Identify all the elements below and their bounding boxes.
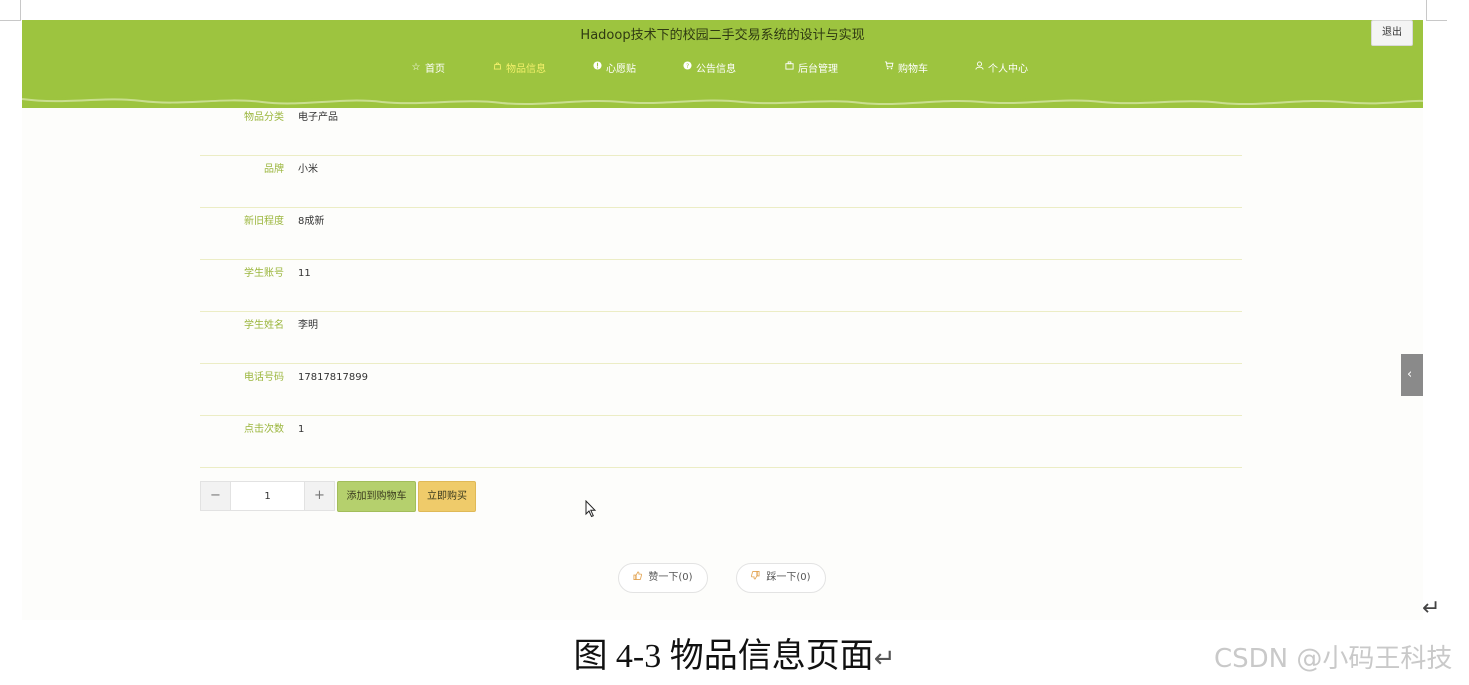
thumbs-up-icon (633, 571, 645, 583)
site-title: Hadoop技术下的校园二手交易系统的设计与实现 (580, 28, 865, 43)
detail-row-category: 物品分类 电子产品 (200, 104, 1242, 156)
nav-item-admin[interactable]: 后台管理 (784, 58, 838, 76)
detail-value: 8成新 (298, 216, 325, 227)
add-to-cart-button[interactable]: 添加到购物车 (337, 481, 416, 512)
help-icon: ? (682, 61, 692, 73)
nav-item-label: 后台管理 (798, 63, 838, 75)
logout-button[interactable]: 退出 (1371, 20, 1413, 46)
thumbs-down-icon (751, 571, 763, 583)
detail-label: 学生姓名 (244, 320, 284, 331)
like-label: 赞一下(0) (648, 572, 693, 583)
cart-icon (884, 61, 894, 73)
detail-value: 11 (298, 268, 311, 279)
nav-item-notice[interactable]: ? 公告信息 (682, 58, 736, 76)
app-screenshot: Hadoop技术下的校园二手交易系统的设计与实现 退出 ☆ 首页 物品信息 心愿… (22, 20, 1423, 620)
nav-item-label: 物品信息 (506, 63, 546, 75)
side-panel-toggle[interactable]: ‹ (1401, 354, 1423, 396)
like-button[interactable]: 赞一下(0) (618, 563, 708, 593)
nav-item-home[interactable]: ☆ 首页 (411, 58, 445, 76)
detail-row-student-account: 学生账号 11 (200, 260, 1242, 312)
info-icon (592, 61, 602, 73)
watermark: CSDN @小码王科技 (1214, 644, 1453, 674)
caption-return-mark: ↵ (873, 644, 896, 674)
quantity-stepper: − + (200, 481, 335, 511)
detail-value: 17817817899 (298, 372, 368, 383)
nav-item-user[interactable]: 个人中心 (974, 58, 1028, 76)
page-corner-mark-right (1426, 0, 1447, 21)
main-nav: ☆ 首页 物品信息 心愿贴 ? 公告信息 后台管理 购物车 个人中心 (22, 58, 1423, 76)
paragraph-return-mark: ↵ (1422, 596, 1441, 621)
svg-text:?: ? (685, 63, 688, 70)
detail-label: 物品分类 (244, 112, 284, 123)
nav-item-cart[interactable]: 购物车 (884, 58, 928, 76)
dislike-label: 踩一下(0) (766, 572, 811, 583)
briefcase-icon (784, 61, 794, 73)
nav-item-label: 购物车 (898, 63, 928, 75)
nav-item-wish[interactable]: 心愿贴 (592, 58, 636, 76)
dislike-button[interactable]: 踩一下(0) (736, 563, 826, 593)
user-icon (974, 61, 984, 73)
detail-row-brand: 品牌 小米 (200, 156, 1242, 208)
detail-label: 点击次数 (244, 424, 284, 435)
detail-value: 李明 (298, 320, 318, 331)
page-corner-mark-left (0, 0, 21, 21)
figure-caption-text: 图 4-3 物品信息页面 (573, 638, 874, 675)
buy-now-button[interactable]: 立即购买 (418, 481, 476, 512)
detail-label: 品牌 (264, 164, 284, 175)
detail-value: 小米 (298, 164, 318, 175)
nav-item-label: 心愿贴 (606, 63, 636, 75)
nav-item-goods[interactable]: 物品信息 (492, 58, 546, 76)
document-page: Hadoop技术下的校园二手交易系统的设计与实现 退出 ☆ 首页 物品信息 心愿… (0, 0, 1469, 685)
bag-icon (492, 61, 502, 73)
quantity-increase-button[interactable]: + (304, 482, 334, 510)
star-icon: ☆ (411, 61, 421, 73)
detail-row-condition: 新旧程度 8成新 (200, 208, 1242, 260)
detail-label: 学生账号 (244, 268, 284, 279)
mouse-cursor-icon (585, 500, 597, 518)
nav-item-label: 公告信息 (696, 63, 736, 75)
nav-item-label: 首页 (425, 63, 445, 75)
quantity-decrease-button[interactable]: − (201, 482, 231, 510)
detail-row-phone: 电话号码 17817817899 (200, 364, 1242, 416)
quantity-input[interactable] (231, 482, 304, 510)
detail-label: 电话号码 (244, 372, 284, 383)
detail-row-clicks: 点击次数 1 (200, 416, 1242, 468)
detail-value: 1 (298, 424, 305, 435)
nav-item-label: 个人中心 (988, 63, 1028, 75)
detail-value: 电子产品 (298, 112, 338, 123)
detail-row-student-name: 学生姓名 李明 (200, 312, 1242, 364)
detail-label: 新旧程度 (244, 216, 284, 227)
